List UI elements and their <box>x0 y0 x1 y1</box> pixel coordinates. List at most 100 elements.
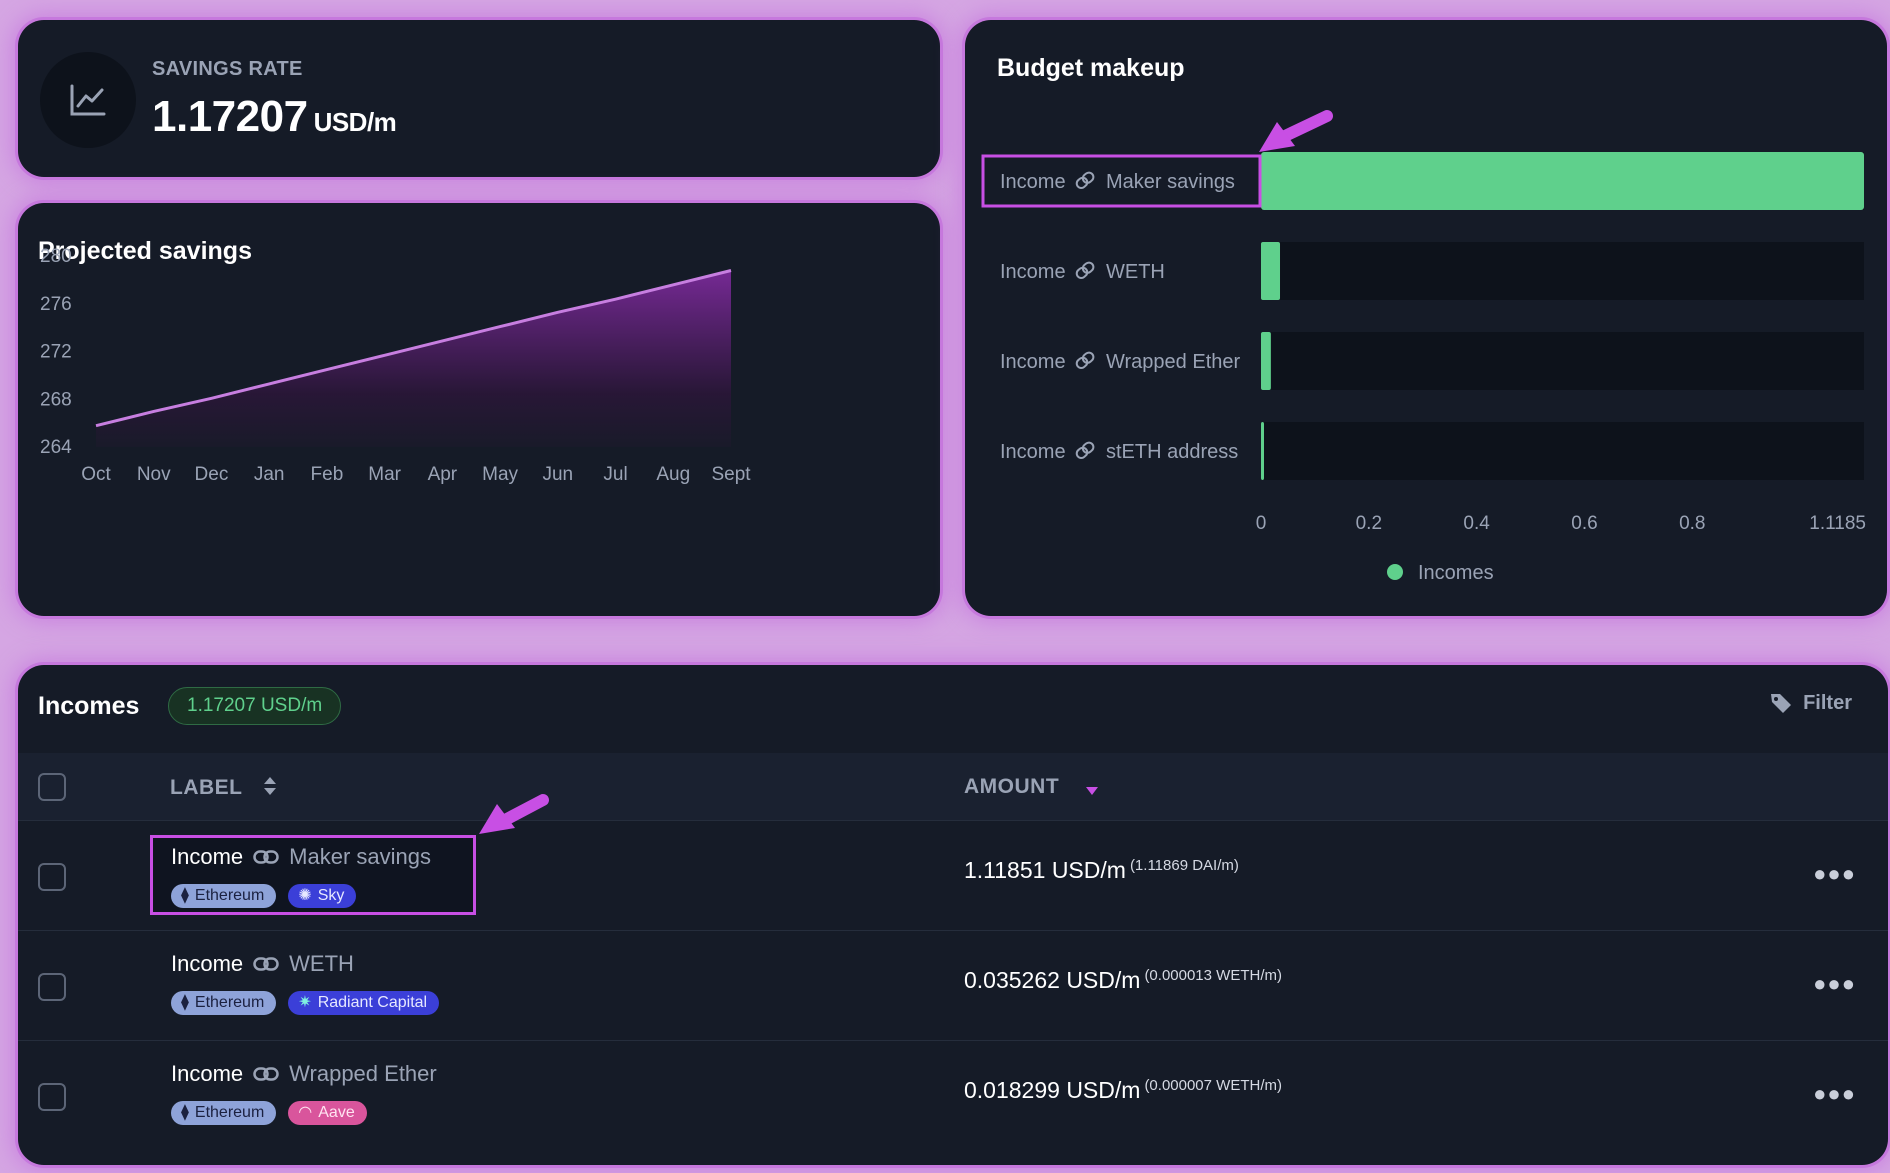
table-row[interactable]: Income WETH ⧫ Ethereum ✷ Radiant Capital 0… <box>18 931 1888 1041</box>
row-badges: ⧫ Ethereum ✷ Radiant Capital <box>171 991 440 1015</box>
row-amount-value: 0.035262 USD/m <box>964 967 1141 993</box>
bar-track <box>1261 422 1864 480</box>
row-label[interactable]: Income WETH ⧫ Ethereum ✷ Radiant Capital <box>150 945 476 1025</box>
row-prefix: Income <box>171 951 244 976</box>
ethereum-icon: ⧫ <box>181 1104 189 1121</box>
row-menu-icon[interactable]: ●●● <box>1813 1081 1856 1107</box>
link-icon <box>253 1067 279 1081</box>
x-tick-label: 0.8 <box>1679 513 1705 534</box>
x-tick-label: Dec <box>195 464 229 485</box>
link-icon <box>1075 351 1095 370</box>
row-prefix: Income <box>171 844 244 869</box>
link-icon <box>1075 171 1095 190</box>
bar[interactable] <box>1261 332 1271 390</box>
radiant-icon: ✷ <box>298 994 312 1011</box>
category-label: Wrapped Ether <box>1106 351 1240 373</box>
legend-swatch <box>1387 564 1403 580</box>
row-name: Wrapped Ether <box>289 1061 437 1086</box>
category-prefix: Income <box>1000 441 1066 463</box>
bar[interactable] <box>1261 422 1264 480</box>
y-tick-label: 280 <box>40 246 72 267</box>
y-tick-label: 264 <box>40 437 72 458</box>
amount-column-header[interactable]: AMOUNT <box>964 775 1100 799</box>
protocol-badge: ✺ Sky <box>288 884 357 908</box>
ethereum-icon: ⧫ <box>181 994 189 1011</box>
sky-icon: ✺ <box>298 887 312 904</box>
row-label[interactable]: Income Wrapped Ether ⧫ Ethereum ◠ Aave <box>150 1055 476 1135</box>
x-tick-label: Feb <box>311 464 344 485</box>
savings-rate-value: 1.17207 USD/m <box>152 92 397 142</box>
x-tick-label: Apr <box>428 464 458 485</box>
row-menu-icon[interactable]: ●●● <box>1813 861 1856 887</box>
aave-icon: ◠ <box>298 1104 313 1121</box>
projected-savings-card: Projected savings 280 276 272 268 264 Oct Nov D… <box>18 203 940 616</box>
plot-area <box>95 269 732 447</box>
x-tick-label: Jun <box>542 464 573 485</box>
row-checkbox[interactable] <box>38 973 66 1001</box>
link-icon <box>1075 441 1095 460</box>
bar[interactable] <box>1261 242 1281 300</box>
sort-icon <box>264 777 277 795</box>
x-tick-label: Oct <box>81 464 111 485</box>
bar-track <box>1261 242 1864 300</box>
filter-button[interactable]: Filter <box>1769 691 1852 715</box>
row-name: WETH <box>289 951 354 976</box>
y-tick-label: 276 <box>40 294 72 315</box>
incomes-title: Incomes <box>38 692 140 720</box>
badge-text: Aave <box>318 1104 355 1121</box>
link-icon <box>253 957 279 971</box>
badge-text: Radiant Capital <box>317 994 428 1011</box>
x-tick-label: Sept <box>711 464 751 485</box>
row-amount-detail: (1.11869 DAI/m) <box>1129 857 1239 874</box>
row-amount-value: 0.018299 USD/m <box>964 1077 1141 1103</box>
badge-text: Ethereum <box>194 887 265 904</box>
table-row[interactable]: Income Maker savings ⧫ Ethereum ✺ Sky 1.11… <box>18 821 1888 931</box>
budget-makeup-card: Budget makeup Income Maker savings Income W… <box>965 20 1887 616</box>
network-badge: ⧫ Ethereum <box>171 991 277 1015</box>
amount-column-title: AMOUNT <box>964 775 1060 798</box>
row-menu-icon[interactable]: ●●● <box>1813 971 1856 997</box>
incomes-table-card: Incomes 1.17207 USD/m Filter LABEL AMOUN… <box>18 665 1888 1165</box>
protocol-badge: ◠ Aave <box>288 1101 367 1125</box>
savings-rate-label: SAVINGS RATE <box>152 58 303 80</box>
projected-savings-chart: 280 276 272 268 264 Oct Nov Dec Jan Feb Mar Apr May J… <box>40 246 751 485</box>
savings-rate-unit: USD/m <box>313 107 397 137</box>
link-icon <box>253 850 279 864</box>
row-title: Income Wrapped Ether <box>171 1061 437 1087</box>
row-label[interactable]: Income Maker savings ⧫ Ethereum ✺ Sky <box>150 835 476 915</box>
row-title: Income Maker savings <box>171 844 431 870</box>
savings-rate-number: 1.17207 <box>152 92 308 141</box>
protocol-badge: ✷ Radiant Capital <box>288 991 440 1015</box>
category-label: WETH <box>1106 261 1165 283</box>
sort-desc-icon <box>1085 787 1098 795</box>
x-tick-label: 0.2 <box>1356 513 1382 534</box>
select-all-checkbox[interactable] <box>38 773 66 801</box>
bar-track <box>1261 332 1864 390</box>
x-tick-label: Jul <box>603 464 627 485</box>
category-label: stETH address <box>1106 441 1238 463</box>
table-row[interactable]: Income Wrapped Ether ⧫ Ethereum ◠ Aave 0.0… <box>18 1041 1888 1151</box>
row-checkbox[interactable] <box>38 863 66 891</box>
row-amount: 0.018299 USD/m (0.000007 WETH/m) <box>964 1077 1282 1104</box>
x-tick-label: 0.6 <box>1571 513 1597 534</box>
x-tick-label: 0.4 <box>1463 513 1490 534</box>
row-badges: ⧫ Ethereum ✺ Sky <box>171 884 357 908</box>
bar[interactable] <box>1261 152 1865 210</box>
badge-text: Ethereum <box>194 1104 265 1121</box>
link-icon <box>1075 261 1095 280</box>
row-badges: ⧫ Ethereum ◠ Aave <box>171 1101 367 1125</box>
incomes-total-pill: 1.17207 USD/m <box>168 687 342 725</box>
network-badge: ⧫ Ethereum <box>171 884 277 908</box>
tag-icon <box>1771 694 1792 713</box>
savings-rate-card: SAVINGS RATE 1.17207 USD/m <box>18 20 940 177</box>
budget-makeup-chart: Income Maker savings Income WETH Income Wrapp… <box>981 152 1866 584</box>
row-checkbox[interactable] <box>38 1083 66 1111</box>
row-title: Income WETH <box>171 951 354 977</box>
row-amount-detail: (0.000007 WETH/m) <box>1144 1077 1282 1094</box>
annotation-arrow-icon <box>1259 110 1333 152</box>
label-column-header[interactable]: LABEL <box>170 775 278 800</box>
row-amount: 0.035262 USD/m (0.000013 WETH/m) <box>964 967 1282 994</box>
legend-label: Incomes <box>1418 562 1494 584</box>
x-tick-label: Nov <box>137 464 171 485</box>
row-amount-detail: (0.000013 WETH/m) <box>1144 967 1282 984</box>
